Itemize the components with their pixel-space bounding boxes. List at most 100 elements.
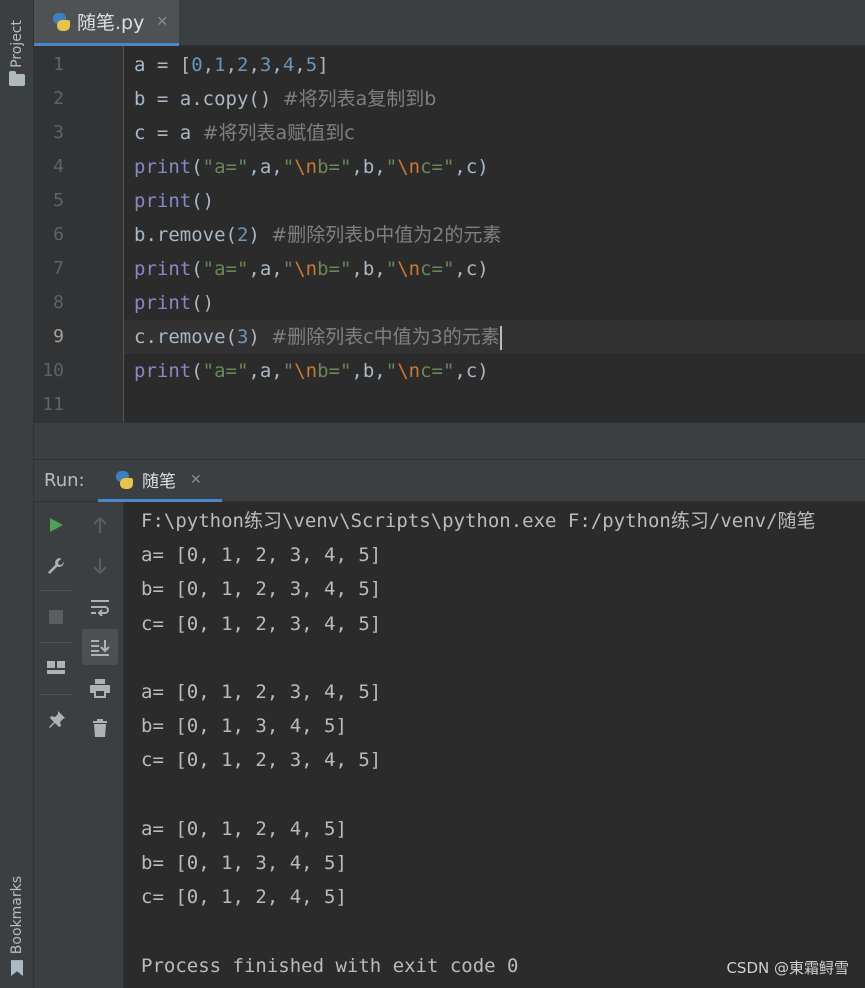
line-number-gutter: 1 2 3 4 5 6 7 8 9 10 11 (34, 46, 124, 422)
line-number: 3 (53, 122, 64, 143)
panel-splitter[interactable] (34, 422, 865, 460)
code-token: , (225, 54, 238, 76)
code-token: ,c) (454, 156, 489, 178)
code-token: b=" (317, 156, 352, 178)
settings-button[interactable] (34, 548, 78, 584)
clear-all-button[interactable] (78, 710, 122, 746)
code-line[interactable]: print("a=",a,"\nb=",b,"\nc=",c) (134, 252, 489, 286)
layout-icon (47, 661, 65, 674)
code-token: 1 (214, 54, 226, 76)
console-line: c= [0, 1, 2, 4, 5] (141, 886, 347, 909)
code-token: , (294, 54, 306, 76)
code-token: ,a, (248, 156, 283, 178)
console-line: a= [0, 1, 2, 3, 4, 5] (141, 544, 382, 567)
stop-button[interactable] (34, 599, 78, 635)
code-token: print (134, 292, 192, 314)
scroll-to-end-button[interactable] (82, 629, 118, 665)
arrow-up-icon (93, 517, 107, 533)
line-number: 10 (42, 360, 64, 381)
line-number: 11 (42, 394, 64, 415)
python-run-icon (114, 470, 134, 490)
code-token: ( (191, 258, 203, 280)
code-token: 3 (236, 326, 249, 348)
code-line[interactable]: b.remove(2) #删除列表b中值为2的元素 (134, 218, 501, 252)
code-token: " (282, 156, 295, 178)
code-line[interactable]: b = a.copy() #将列表a复制到b (134, 82, 436, 116)
console-line: Process finished with exit code 0 (141, 954, 519, 977)
code-token: 3 (259, 54, 272, 76)
pin-tab-button[interactable] (34, 702, 78, 738)
scroll-to-end-icon (91, 640, 110, 656)
code-line[interactable]: a = [0,1,2,3,4,5] (134, 48, 329, 82)
bookmarks-tool-tab[interactable]: Bookmarks (0, 868, 34, 984)
code-token: 0 (191, 54, 203, 76)
code-token: c=" (420, 156, 455, 178)
run-button[interactable] (34, 507, 78, 543)
code-token: , (202, 54, 215, 76)
stop-icon (49, 610, 63, 624)
close-icon[interactable]: ✕ (156, 14, 168, 30)
previous-occurrence-button[interactable] (78, 507, 122, 543)
code-token: \n (397, 360, 421, 382)
run-label: Run: (44, 470, 85, 491)
code-line[interactable]: print() (134, 286, 214, 320)
line-number: 2 (53, 88, 64, 109)
code-token: ,b, (351, 360, 386, 382)
run-config-tab[interactable]: 随笔 ✕ (98, 460, 222, 502)
code-editor[interactable]: 1 2 3 4 5 6 7 8 9 10 11 a = [0,1,2,3,4,5] b = a.cop… (34, 46, 865, 422)
line-number: 5 (53, 190, 64, 211)
run-toolbar-primary (34, 502, 78, 988)
console-line: a= [0, 1, 2, 3, 4, 5] (141, 681, 382, 703)
code-token: () (191, 190, 215, 212)
toolbar-separator (40, 590, 72, 591)
code-token: b=" (317, 258, 352, 280)
code-token: , (248, 54, 260, 76)
print-icon (90, 679, 110, 698)
project-tool-tab[interactable]: Project (0, 8, 34, 98)
console-line: b= [0, 1, 3, 4, 5] (141, 852, 347, 874)
code-token: 2 (237, 54, 249, 76)
code-token: \n (397, 156, 421, 178)
next-occurrence-button[interactable] (78, 548, 122, 584)
code-token: b.remove( (134, 224, 237, 246)
code-token: c.remove( (134, 326, 237, 348)
code-token: \n (294, 156, 318, 178)
soft-wrap-button[interactable] (78, 589, 122, 625)
toolbar-separator (40, 694, 72, 695)
code-line[interactable]: print("a=",a,"\nb=",b,"\nc=",c) (134, 354, 489, 388)
editor-file-tab[interactable]: 随笔.py ✕ (34, 0, 179, 46)
code-token: ,a, (248, 258, 283, 280)
console-line: c= [0, 1, 2, 3, 4, 5] (141, 749, 382, 772)
code-line[interactable]: print() (134, 184, 214, 218)
code-token: #将列表a赋值到c (202, 122, 355, 144)
code-token: \n (397, 258, 421, 280)
run-tab-label: 随笔 (142, 472, 176, 492)
print-button[interactable] (78, 670, 122, 706)
python-file-icon (51, 12, 71, 32)
code-token: " (282, 360, 295, 382)
line-number: 8 (53, 292, 64, 313)
run-console-output[interactable]: F:\python练习\venv\Scripts\python.exe F:/p… (124, 502, 865, 988)
code-token: b=" (317, 360, 352, 382)
code-token: c = a (134, 122, 203, 144)
code-line[interactable]: print("a=",a,"\nb=",b,"\nc=",c) (134, 150, 489, 184)
code-token: " (385, 156, 398, 178)
code-token: , (271, 54, 283, 76)
line-number: 1 (53, 54, 64, 75)
code-token: ,c) (454, 360, 489, 382)
close-icon[interactable]: ✕ (190, 472, 202, 488)
code-token: " (385, 360, 398, 382)
console-line: b= [0, 1, 3, 4, 5] (141, 715, 347, 738)
code-token: () (191, 292, 215, 314)
layout-button[interactable] (34, 650, 78, 686)
line-number: 7 (53, 258, 64, 279)
code-line[interactable]: c = a #将列表a赋值到c (134, 116, 355, 150)
code-token: #删除列表b中值为2的元素 (271, 224, 502, 246)
folder-icon (9, 70, 25, 86)
run-icon (50, 518, 63, 532)
code-line[interactable]: c.remove(3) #删除列表c中值为3的元素 (134, 320, 502, 354)
console-line: c= [0, 1, 2, 3, 4, 5] (141, 612, 382, 635)
code-token: ( (191, 360, 203, 382)
code-token: 5 (305, 54, 318, 76)
trash-icon (93, 719, 107, 737)
